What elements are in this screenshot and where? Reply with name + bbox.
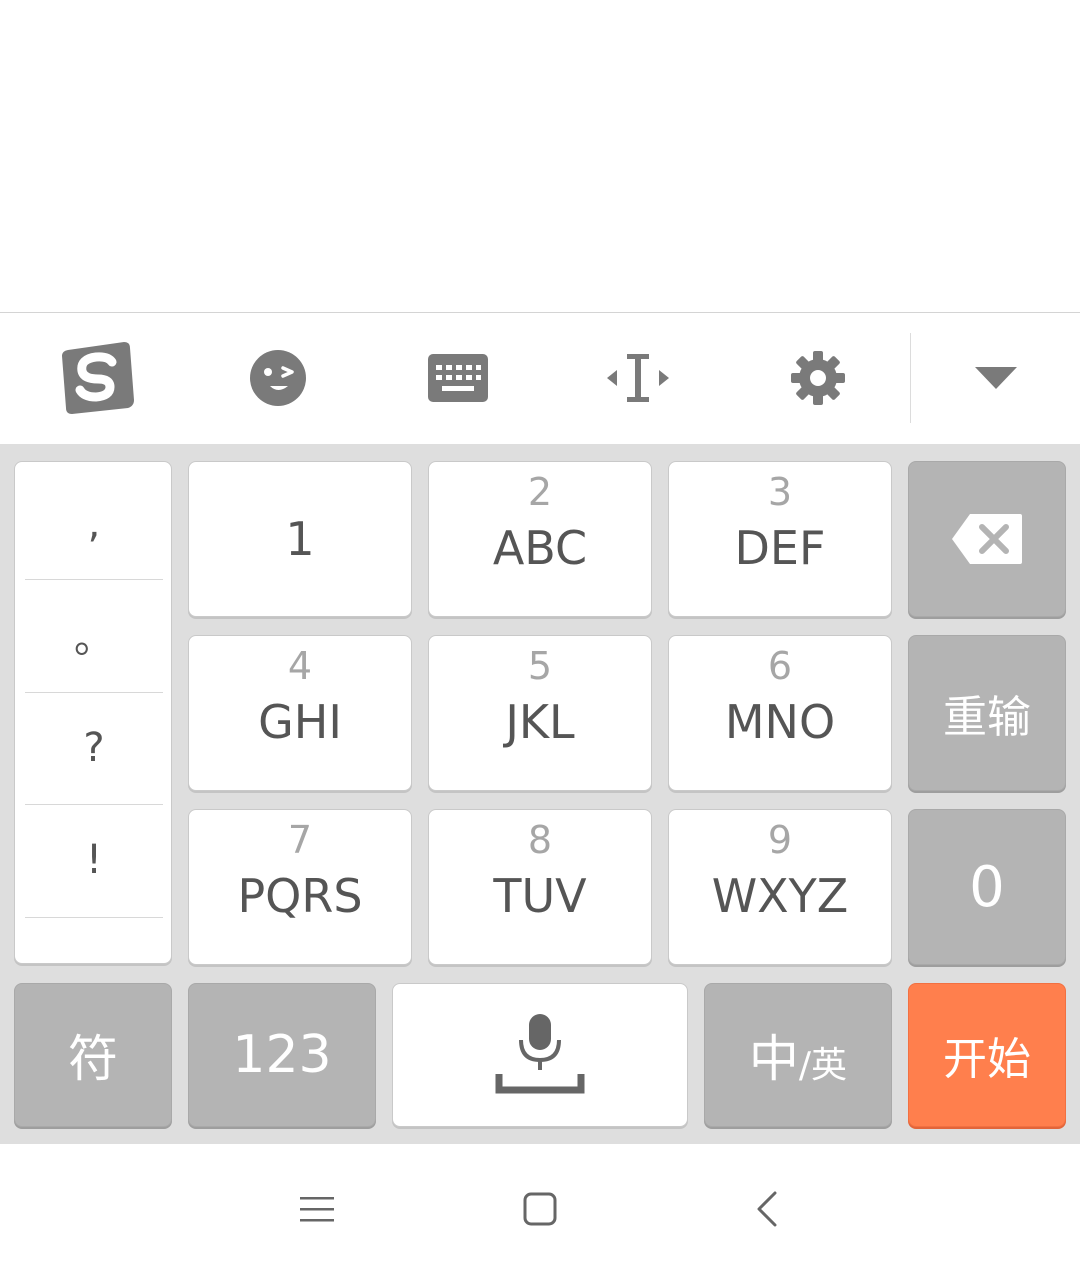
lang-main: 中 — [748, 1030, 799, 1088]
numbers-button[interactable]: 123 — [188, 983, 376, 1127]
key-letters: JKL — [505, 695, 575, 749]
reinput-label: 重输 — [943, 692, 1031, 743]
backspace-button[interactable] — [908, 461, 1066, 617]
t9-keyboard: , 。 ? ! 1 2 ABC 3 DEF 4 GHI 5 JKL 6 MNO … — [0, 444, 1080, 1144]
key-9-wxyz[interactable]: 9 WXYZ — [668, 809, 892, 965]
toolbar-divider — [910, 333, 911, 423]
key-5-jkl[interactable]: 5 JKL — [428, 635, 652, 791]
microphone-space-icon — [393, 984, 687, 1126]
key-1[interactable]: 1 — [188, 461, 412, 617]
punct-comma[interactable]: , — [25, 472, 163, 576]
start-label: 开始 — [943, 1034, 1031, 1085]
key-digit: 9 — [767, 818, 793, 862]
cursor-move-icon[interactable] — [588, 313, 688, 443]
key-0-label: 0 — [969, 854, 1005, 920]
key-digit: 6 — [767, 644, 793, 688]
punct-exclaim[interactable]: ! — [25, 805, 163, 915]
numbers-label: 123 — [232, 1025, 332, 1085]
collapse-down-icon[interactable] — [946, 313, 1046, 443]
punctuation-panel[interactable]: , 。 ? ! — [14, 461, 172, 964]
lang-sub: /英 — [798, 1045, 848, 1086]
key-0[interactable]: 0 — [908, 809, 1066, 965]
key-digit: 5 — [527, 644, 553, 688]
punct-question[interactable]: ? — [25, 693, 163, 803]
space-voice-button[interactable] — [392, 983, 688, 1127]
text-content-area — [0, 0, 1080, 312]
key-4-ghi[interactable]: 4 GHI — [188, 635, 412, 791]
key-2-abc[interactable]: 2 ABC — [428, 461, 652, 617]
key-8-tuv[interactable]: 8 TUV — [428, 809, 652, 965]
key-1-label: 1 — [285, 512, 315, 566]
key-letters: ABC — [492, 521, 588, 575]
punct-period[interactable]: 。 — [25, 580, 163, 690]
key-digit: 7 — [287, 818, 313, 862]
menu-icon[interactable] — [282, 1174, 352, 1244]
punct-separator — [25, 917, 163, 918]
start-button[interactable]: 开始 — [908, 983, 1066, 1127]
backspace-icon — [909, 462, 1065, 616]
back-icon[interactable] — [732, 1174, 802, 1244]
sogou-logo-icon[interactable] — [48, 313, 148, 443]
key-letters: DEF — [734, 521, 826, 575]
keyboard-icon[interactable] — [408, 313, 508, 443]
symbols-button[interactable]: 符 — [14, 983, 172, 1127]
ime-toolbar — [0, 312, 1080, 444]
system-navbar — [0, 1144, 1080, 1273]
key-digit: 2 — [527, 470, 553, 514]
language-toggle-button[interactable]: 中/英 — [704, 983, 892, 1127]
key-6-mno[interactable]: 6 MNO — [668, 635, 892, 791]
symbols-label: 符 — [68, 1030, 118, 1088]
key-letters: MNO — [724, 695, 836, 749]
key-digit: 3 — [767, 470, 793, 514]
key-digit: 4 — [287, 644, 313, 688]
key-letters: TUV — [493, 869, 587, 923]
key-letters: GHI — [258, 695, 342, 749]
home-icon[interactable] — [505, 1174, 575, 1244]
key-letters: WXYZ — [711, 869, 849, 923]
gear-icon[interactable] — [768, 313, 868, 443]
key-digit: 8 — [527, 818, 553, 862]
key-3-def[interactable]: 3 DEF — [668, 461, 892, 617]
key-7-pqrs[interactable]: 7 PQRS — [188, 809, 412, 965]
reinput-button[interactable]: 重输 — [908, 635, 1066, 791]
language-toggle-label: 中/英 — [705, 984, 891, 1126]
key-letters: PQRS — [237, 869, 363, 923]
emoji-icon[interactable] — [228, 313, 328, 443]
